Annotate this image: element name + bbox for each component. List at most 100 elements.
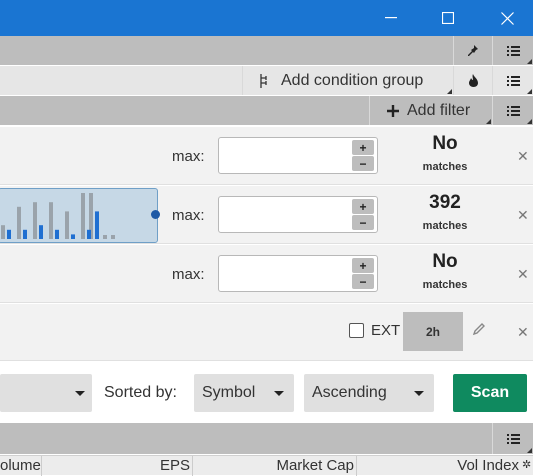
close-icon <box>500 11 514 25</box>
edit-timeframe-button[interactable] <box>472 322 486 340</box>
add-filter-label: Add filter <box>407 101 471 119</box>
dropdown-corner <box>527 448 532 453</box>
match-count: 392 <box>429 192 461 213</box>
maximize-button[interactable] <box>422 0 474 36</box>
decrement-button[interactable]: − <box>352 274 374 289</box>
results-header: olume EPS Market Cap Vol Index ✲ <box>0 455 533 476</box>
remove-filter-button[interactable]: ✕ <box>517 207 529 224</box>
histogram-bar-gray <box>81 193 85 239</box>
scan-universe-select[interactable] <box>0 374 92 412</box>
sort-row: Sorted by: Symbol Ascending Scan <box>0 362 533 422</box>
menu-button[interactable] <box>493 36 533 65</box>
add-condition-group-label: Add condition group <box>281 71 424 89</box>
histogram-range[interactable] <box>0 188 158 243</box>
histogram-bar-blue <box>87 229 91 239</box>
scan-button[interactable]: Scan <box>453 374 527 412</box>
max-label: max: <box>172 148 205 165</box>
condition-group-icon <box>260 73 267 88</box>
filter-row: max: + − No matches ✕ <box>0 127 533 185</box>
histogram-bar-gray <box>1 225 5 239</box>
column-header-eps[interactable]: EPS <box>43 456 193 476</box>
chevron-down-icon <box>75 391 85 396</box>
increment-button[interactable]: + <box>352 140 374 155</box>
timeframe-button[interactable]: 2h <box>403 312 463 351</box>
pin-button[interactable] <box>454 36 492 65</box>
increment-button[interactable]: + <box>352 258 374 273</box>
close-window-button[interactable] <box>481 0 533 36</box>
timeframe-row: EXT 2h ✕ <box>0 304 533 361</box>
maximize-icon <box>442 12 454 24</box>
histogram-bar-blue <box>55 229 59 239</box>
pencil-icon <box>472 323 485 336</box>
pin-icon <box>468 44 478 56</box>
histogram-bar-blue <box>95 211 99 239</box>
sort-order-value: Ascending <box>312 384 387 401</box>
flame-icon <box>468 74 478 87</box>
results-toolbar <box>0 423 533 454</box>
sorted-by-label: Sorted by: <box>104 384 177 401</box>
add-filter-button[interactable]: Add filter <box>370 96 492 125</box>
menu-icon <box>506 434 520 444</box>
increment-button[interactable]: + <box>352 199 374 214</box>
histogram-bar-gray <box>49 202 53 239</box>
column-label: Market Cap <box>276 457 354 474</box>
decrement-button[interactable]: − <box>352 156 374 171</box>
dropdown-corner <box>447 89 452 94</box>
remove-filter-button[interactable]: ✕ <box>517 148 529 165</box>
column-label: Vol Index <box>457 457 519 474</box>
toolbar-filters: Add filter <box>0 96 533 125</box>
filter-row: max: + − 392 matches ✕ <box>0 186 533 244</box>
menu-icon <box>506 76 520 86</box>
column-header-volume[interactable]: olume <box>0 456 42 476</box>
match-count: No <box>432 251 458 272</box>
sort-field-value: Symbol <box>202 384 256 401</box>
max-label: max: <box>172 207 205 224</box>
histogram-bar-blue <box>7 229 11 239</box>
remove-filter-button[interactable]: ✕ <box>517 324 529 341</box>
column-header-market-cap[interactable]: Market Cap <box>194 456 357 476</box>
column-label: EPS <box>159 457 190 474</box>
match-label: matches <box>422 220 468 232</box>
decrement-button[interactable]: − <box>352 215 374 230</box>
window-titlebar <box>0 0 533 36</box>
dropdown-corner <box>527 119 532 124</box>
max-label: max: <box>172 266 205 283</box>
chevron-down-icon <box>414 391 424 396</box>
ext-checkbox[interactable] <box>349 323 364 338</box>
match-label: matches <box>422 161 468 173</box>
results-menu-button[interactable] <box>493 423 533 454</box>
match-label: matches <box>422 279 468 291</box>
histogram-bar-blue <box>39 225 43 239</box>
menu-button-3[interactable] <box>493 96 533 125</box>
histogram-bar-blue <box>71 234 75 239</box>
histogram-bar-blue <box>23 229 27 239</box>
range-handle[interactable] <box>151 210 160 219</box>
toolbar-top <box>0 36 533 65</box>
add-condition-group-button[interactable]: Add condition group <box>243 66 453 95</box>
chevron-down-icon <box>274 391 284 396</box>
plus-icon <box>387 104 399 117</box>
histogram-chart <box>1 193 115 239</box>
column-settings-icon[interactable]: ✲ <box>522 458 531 471</box>
histogram-bar-gray <box>17 206 21 239</box>
histogram-bar-gray <box>33 202 37 239</box>
minimize-icon <box>385 17 397 19</box>
toolbar-conditions: Add condition group <box>0 66 533 95</box>
dropdown-corner <box>527 59 532 64</box>
ext-label: EXT <box>371 322 401 339</box>
flame-button[interactable] <box>454 66 492 95</box>
dropdown-corner <box>486 119 491 124</box>
match-count: No <box>432 133 458 154</box>
remove-filter-button[interactable]: ✕ <box>517 266 529 283</box>
dropdown-corner <box>527 89 532 94</box>
minimize-button[interactable] <box>365 0 417 36</box>
sort-field-select[interactable]: Symbol <box>194 374 294 412</box>
column-header-vol-index[interactable]: Vol Index <box>358 456 521 476</box>
histogram-bar-gray <box>111 235 115 239</box>
histogram-bar-gray <box>65 211 69 239</box>
histogram-bar-gray <box>103 235 107 239</box>
menu-button-2[interactable] <box>493 66 533 95</box>
column-label: olume <box>0 457 41 474</box>
sort-order-select[interactable]: Ascending <box>304 374 434 412</box>
menu-icon <box>506 46 520 56</box>
